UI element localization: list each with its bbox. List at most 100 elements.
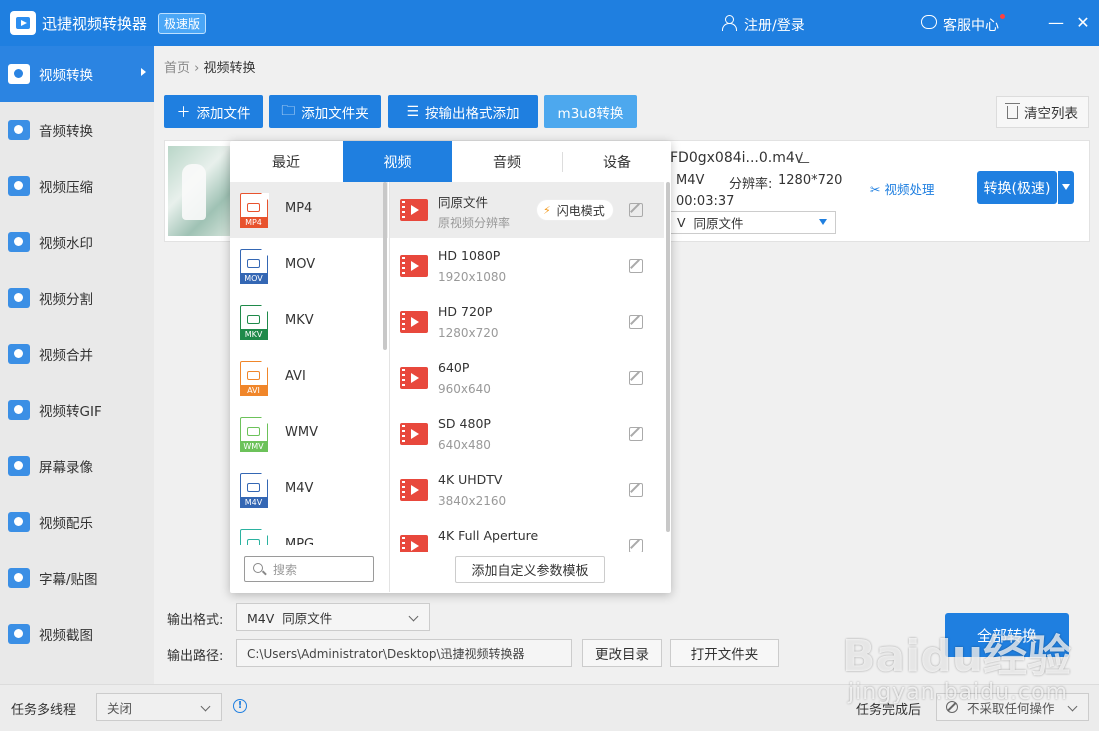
minimize-button[interactable]: — [1047, 13, 1065, 32]
edit-icon[interactable] [629, 427, 643, 441]
sidebar-item-video-to-gif[interactable]: 视频转GIF [0, 382, 154, 438]
scissors-icon: ✂ [870, 182, 881, 197]
video-thumbnail [168, 146, 234, 236]
multithread-select[interactable]: 关闭 [96, 693, 222, 721]
file-type-tag: MKV [239, 328, 268, 340]
info-icon[interactable]: ! [233, 699, 247, 713]
format-item-m4v[interactable]: M4V M4V [230, 462, 388, 518]
sidebar-item-label: 视频转换 [39, 68, 93, 84]
sidebar-item-video-watermark[interactable]: 视频水印 [0, 214, 154, 270]
convert-button[interactable]: 转换(极速) [977, 171, 1057, 204]
format-name: M4V [285, 481, 314, 496]
add-folder-button[interactable]: 🗀 添加文件夹 [269, 95, 381, 128]
app-logo-icon [10, 11, 36, 35]
add-file-button[interactable]: ＋ 添加文件 [164, 95, 263, 128]
quality-item[interactable]: HD 1080P 1920x1080 [390, 238, 664, 294]
sidebar-item-video-merge[interactable]: 视频合并 [0, 326, 154, 382]
video-compress-icon [8, 176, 30, 196]
sidebar-item-video-compress[interactable]: 视频压缩 [0, 158, 154, 214]
video-file-icon: WMV [239, 416, 269, 452]
sidebar: 视频转换 音频转换 视频压缩 视频水印 视频分割 视频合并 视频转GIF 屏幕录… [0, 46, 154, 684]
edit-icon[interactable] [629, 539, 643, 553]
camera-icon [247, 315, 260, 324]
m3u8-convert-button[interactable]: m3u8转换 [544, 95, 637, 128]
sidebar-item-label: 屏幕录像 [39, 460, 93, 476]
edit-icon[interactable] [629, 203, 643, 217]
video-merge-icon [8, 344, 30, 364]
breadcrumb-home[interactable]: 首页 [164, 61, 190, 76]
clear-list-button[interactable]: 清空列表 [996, 96, 1089, 128]
sidebar-item-audio-convert[interactable]: 音频转换 [0, 102, 154, 158]
video-file-icon: M4V [239, 472, 269, 508]
sidebar-item-video-screenshot[interactable]: 视频截图 [0, 606, 154, 662]
edit-icon[interactable] [629, 259, 643, 273]
chat-icon[interactable] [921, 15, 937, 29]
sidebar-item-screen-record[interactable]: 屏幕录像 [0, 438, 154, 494]
add-folder-label: 添加文件夹 [301, 105, 369, 122]
tab-video[interactable]: 视频 [343, 141, 452, 182]
service-center-link[interactable]: 客服中心 [943, 15, 999, 35]
quality-list-scrollbar[interactable] [666, 182, 670, 532]
video-film-icon [400, 423, 428, 445]
format-item-mov[interactable]: MOV MOV [230, 238, 388, 294]
flash-mode-label: 闪电模式 [556, 203, 605, 218]
output-path-field[interactable]: C:\Users\Administrator\Desktop\迅捷视频转换器 [236, 639, 572, 667]
trash-icon [1005, 102, 1020, 119]
quality-resolution: 960x640 [438, 382, 491, 396]
convert-dropdown-button[interactable] [1057, 171, 1074, 204]
quality-resolution: 3840x2160 [438, 494, 507, 508]
video-film-icon [400, 367, 428, 389]
login-link[interactable]: 注册/登录 [744, 15, 805, 35]
clear-list-label: 清空列表 [1024, 106, 1078, 122]
close-button[interactable]: ✕ [1074, 13, 1092, 32]
change-directory-button[interactable]: 更改目录 [582, 639, 662, 667]
edit-icon[interactable] [629, 483, 643, 497]
format-list-scrollbar[interactable] [383, 182, 387, 350]
edit-icon[interactable] [629, 315, 643, 329]
quality-resolution: 原视频分辨率 [438, 216, 511, 230]
app-title: 迅捷视频转换器 [42, 15, 148, 33]
format-item-wmv[interactable]: WMV WMV [230, 406, 388, 462]
tab-recent[interactable]: 最近 [230, 141, 342, 182]
flash-mode-badge[interactable]: ⚡ 闪电模式 [537, 200, 613, 220]
video-file-icon: MKV [239, 304, 269, 340]
camera-icon [247, 427, 260, 436]
title-bar: 迅捷视频转换器 极速版 注册/登录 客服中心 — ✕ [0, 0, 1099, 46]
quality-name: 4K UHDTV [438, 472, 503, 487]
chevron-down-icon [1067, 701, 1078, 712]
video-file-icon: AVI [239, 360, 269, 396]
sidebar-item-video-convert[interactable]: 视频转换 [0, 46, 154, 102]
sidebar-item-video-music[interactable]: 视频配乐 [0, 494, 154, 550]
add-custom-template-button[interactable]: 添加自定义参数模板 [455, 556, 605, 583]
video-process-link[interactable]: ✂ 视频处理 [870, 179, 934, 198]
sidebar-item-label: 视频配乐 [39, 516, 93, 532]
open-folder-button[interactable]: 打开文件夹 [670, 639, 779, 667]
quality-item[interactable]: 640P 960x640 [390, 350, 664, 406]
baidu-watermark: Baidu经验 [842, 631, 1072, 682]
video-file-icon: MP4 [239, 192, 269, 228]
output-format-select[interactable]: M4V 同原文件 [236, 603, 430, 631]
quality-item[interactable]: 同原文件 原视频分辨率 [390, 182, 664, 238]
output-format-value: M4V 同原文件 [247, 610, 333, 626]
camera-icon [247, 259, 260, 268]
file-output-value: 同原文件 [693, 216, 744, 231]
sidebar-item-subtitle-sticker[interactable]: 字幕/贴图 [0, 550, 154, 606]
format-search-input[interactable]: 搜索 [244, 556, 374, 582]
quality-item[interactable]: 4K UHDTV 3840x2160 [390, 462, 664, 518]
user-icon[interactable] [722, 15, 737, 31]
sidebar-item-video-split[interactable]: 视频分割 [0, 270, 154, 326]
breadcrumb-current: 视频转换 [203, 61, 256, 76]
file-output-select[interactable]: V 同原文件 [668, 211, 836, 234]
format-item-mkv[interactable]: MKV MKV [230, 294, 388, 350]
tab-device[interactable]: 设备 [563, 141, 671, 182]
format-item-avi[interactable]: AVI AVI [230, 350, 388, 406]
sidebar-item-label: 字幕/贴图 [39, 572, 98, 588]
add-by-format-button[interactable]: ☰ 按输出格式添加 [388, 95, 538, 128]
edit-icon[interactable] [629, 371, 643, 385]
quality-item[interactable]: HD 720P 1280x720 [390, 294, 664, 350]
quality-item[interactable]: SD 480P 640x480 [390, 406, 664, 462]
format-item-mp4[interactable]: MP4 MP4 [230, 182, 388, 238]
tab-audio[interactable]: 音频 [452, 141, 562, 182]
file-duration: 00:03:37 [676, 194, 735, 209]
quality-resolution: 1920x1080 [438, 270, 507, 284]
